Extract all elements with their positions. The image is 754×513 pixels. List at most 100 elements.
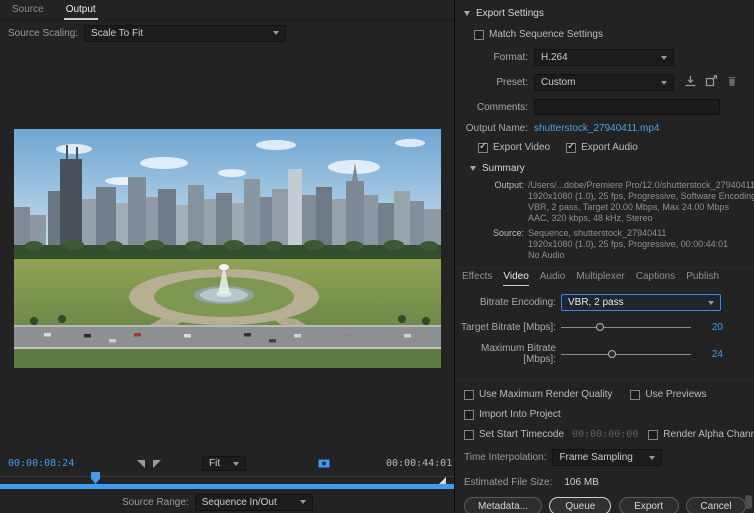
- max-render-quality-checkbox[interactable]: Use Maximum Render Quality: [464, 389, 612, 400]
- chevron-down-icon: [649, 456, 655, 460]
- delete-preset-icon[interactable]: [726, 75, 738, 90]
- import-into-project-checkbox[interactable]: Import Into Project: [464, 409, 561, 420]
- chevron-down-icon: [708, 301, 714, 305]
- preset-label: Preset:: [456, 77, 528, 88]
- queue-button[interactable]: Queue: [549, 497, 611, 513]
- output-name-link[interactable]: shutterstock_27940411.mp4: [534, 123, 659, 134]
- tab-source[interactable]: Source: [10, 0, 46, 20]
- tab-publish[interactable]: Publish: [686, 271, 719, 286]
- render-options-section: Use Maximum Render Quality Use Previews …: [456, 389, 754, 513]
- summary-line: AAC, 320 kbps, 48 kHz, Stereo: [528, 213, 754, 224]
- time-interpolation-label: Time Interpolation:: [464, 452, 546, 463]
- share-preset-icon[interactable]: [705, 75, 718, 90]
- summary-line: 1920x1080 (1.0), 25 fps, Progressive, 00…: [528, 239, 754, 250]
- slider-thumb[interactable]: [608, 350, 616, 358]
- triangle-down-icon: [464, 11, 470, 16]
- checkbox-box[interactable]: [464, 410, 474, 420]
- set-out-point-icon[interactable]: [153, 460, 161, 468]
- preset-value: Custom: [541, 77, 575, 88]
- playhead[interactable]: [91, 472, 100, 484]
- settings-tabs: Effects Video Audio Multiplexer Captions…: [456, 268, 754, 286]
- export-frame-icon[interactable]: [318, 458, 330, 472]
- current-timecode[interactable]: 00:00:08:24: [8, 458, 74, 469]
- tab-effects[interactable]: Effects: [462, 271, 492, 286]
- source-range-row: Source Range: Sequence In/Out: [0, 492, 454, 512]
- chevron-down-icon: [233, 462, 239, 466]
- tab-captions[interactable]: Captions: [636, 271, 675, 286]
- video-preview: [14, 129, 441, 368]
- comments-input[interactable]: [534, 99, 720, 115]
- timeline-track[interactable]: [0, 476, 454, 477]
- summary-output: Output: /Users/...dobe/Premiere Pro/12.0…: [456, 180, 754, 224]
- checkbox-label: Match Sequence Settings: [489, 29, 603, 40]
- tab-multiplexer[interactable]: Multiplexer: [576, 271, 624, 286]
- source-scaling-label: Source Scaling:: [8, 28, 78, 39]
- max-bitrate-slider[interactable]: [561, 348, 691, 360]
- bitrate-encoding-label: Bitrate Encoding:: [456, 297, 556, 308]
- checkbox-box[interactable]: [648, 430, 658, 440]
- checkbox-box[interactable]: [478, 143, 488, 153]
- max-bitrate-value[interactable]: 24: [699, 349, 723, 360]
- bitrate-encoding-value: VBR, 2 pass: [568, 297, 624, 308]
- timeline[interactable]: [0, 472, 454, 491]
- checkbox-label: Use Maximum Render Quality: [479, 389, 612, 400]
- scrollbar-thumb[interactable]: [745, 495, 752, 509]
- zoom-level-select[interactable]: Fit: [202, 456, 246, 471]
- render-alpha-checkbox[interactable]: Render Alpha Channel Only: [648, 429, 754, 440]
- tab-video[interactable]: Video: [503, 271, 528, 286]
- preview-panel: Source Output Source Scaling: Scale To F…: [0, 0, 455, 513]
- source-range-value: Sequence In/Out: [202, 497, 277, 508]
- checkbox-box[interactable]: [566, 143, 576, 153]
- chevron-down-icon: [300, 500, 306, 504]
- metadata-button[interactable]: Metadata...: [464, 497, 542, 513]
- timeline-scrollbar[interactable]: [0, 484, 454, 489]
- summary-header[interactable]: Summary: [456, 163, 754, 174]
- summary-line: VBR, 2 pass, Target 20.00 Mbps, Max 24.0…: [528, 202, 754, 213]
- target-bitrate-value[interactable]: 20: [699, 322, 723, 333]
- source-range-select[interactable]: Sequence In/Out: [195, 494, 313, 511]
- source-scaling-select[interactable]: Scale To Fit: [84, 25, 286, 42]
- target-bitrate-label: Target Bitrate [Mbps]:: [456, 322, 556, 333]
- checkbox-box[interactable]: [474, 30, 484, 40]
- comments-label: Comments:: [456, 102, 528, 113]
- summary-line: 1920x1080 (1.0), 25 fps, Progressive, So…: [528, 191, 754, 202]
- chevron-down-icon: [661, 81, 667, 85]
- checkbox-label: Export Video: [493, 142, 550, 153]
- duration-timecode: 00:00:44:01: [386, 458, 452, 469]
- checkbox-box[interactable]: [464, 390, 474, 400]
- export-video-checkbox[interactable]: Export Video: [478, 142, 550, 153]
- preset-select[interactable]: Custom: [534, 74, 674, 91]
- out-point-handle[interactable]: [439, 477, 446, 484]
- summary-title: Summary: [482, 163, 525, 174]
- format-label: Format:: [456, 52, 528, 63]
- summary-line: Sequence, shutterstock_27940411: [528, 228, 754, 239]
- save-preset-icon[interactable]: [684, 75, 697, 90]
- export-settings-header[interactable]: Export Settings: [456, 8, 754, 19]
- cancel-button[interactable]: Cancel: [686, 497, 746, 513]
- use-previews-checkbox[interactable]: Use Previews: [630, 389, 706, 400]
- export-button[interactable]: Export: [619, 497, 679, 513]
- estimated-file-size-value: 106 MB: [564, 477, 598, 488]
- set-in-point-icon[interactable]: [137, 460, 145, 468]
- slider-thumb[interactable]: [596, 323, 604, 331]
- format-select[interactable]: H.264: [534, 49, 674, 66]
- target-bitrate-slider[interactable]: [561, 321, 691, 333]
- checkbox-box[interactable]: [630, 390, 640, 400]
- time-interpolation-select[interactable]: Frame Sampling: [552, 449, 662, 466]
- checkbox-box[interactable]: [464, 430, 474, 440]
- set-start-timecode-checkbox[interactable]: Set Start Timecode: [464, 429, 564, 440]
- export-audio-checkbox[interactable]: Export Audio: [566, 142, 638, 153]
- match-sequence-checkbox[interactable]: Match Sequence Settings: [474, 29, 603, 40]
- section-divider: [456, 379, 754, 380]
- summary-line: No Audio: [528, 250, 754, 261]
- tab-audio[interactable]: Audio: [540, 271, 566, 286]
- chevron-down-icon: [273, 31, 279, 35]
- bitrate-encoding-select[interactable]: VBR, 2 pass: [561, 294, 721, 311]
- export-settings-dialog: Source Output Source Scaling: Scale To F…: [0, 0, 754, 513]
- section-title: Export Settings: [476, 8, 544, 19]
- checkbox-label: Export Audio: [581, 142, 638, 153]
- tab-output[interactable]: Output: [64, 0, 98, 20]
- preview-tabs: Source Output: [0, 0, 454, 21]
- triangle-down-icon: [470, 166, 476, 171]
- slider-track: [561, 327, 691, 328]
